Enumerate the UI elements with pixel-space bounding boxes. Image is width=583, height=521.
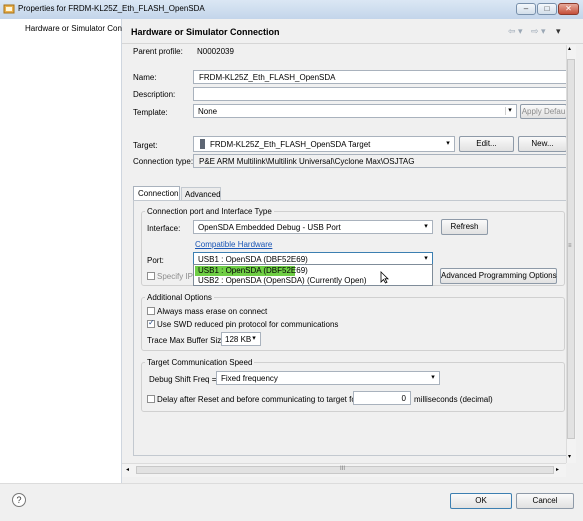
template-label: Template: <box>133 108 168 117</box>
communication-speed-title: Target Communication Speed <box>145 358 255 367</box>
mass-erase-label: Always mass erase on connect <box>157 307 268 316</box>
app-icon <box>3 4 15 14</box>
target-chip-icon <box>200 139 205 149</box>
vertical-scrollbar[interactable]: ▴ ≡ ▾ <box>566 45 576 463</box>
tree-item-label: Hardware or Simulator Conr <box>25 24 125 33</box>
port-option-usb2[interactable]: USB2 : OpenSDA (OpenSDA) (Currently Open… <box>198 276 367 285</box>
name-input[interactable]: FRDM-KL25Z_Eth_FLASH_OpenSDA <box>193 70 567 84</box>
view-menu-icon[interactable]: ▾ <box>556 26 561 37</box>
new-button[interactable]: New... <box>518 136 567 152</box>
debug-shift-label: Debug Shift Freq = <box>149 375 217 384</box>
tab-advanced-label: Advanced <box>185 190 221 199</box>
trace-buffer-label: Trace Max Buffer Size: <box>147 336 228 345</box>
chevron-down-icon: ▾ <box>446 140 450 147</box>
back-arrow-icon[interactable]: ⇦ ▾ <box>508 26 523 37</box>
scroll-down-icon[interactable]: ▾ <box>568 453 571 460</box>
horizontal-scroll-thumb[interactable]: III <box>136 466 554 474</box>
debug-shift-select[interactable]: Fixed frequency ▾ <box>216 371 440 385</box>
specify-ip-checkbox[interactable] <box>147 272 155 280</box>
interface-value: OpenSDA Embedded Debug - USB Port <box>198 223 341 232</box>
delay-label: Delay after Reset and before communicati… <box>157 395 359 404</box>
parent-profile-value: N0002039 <box>197 47 234 56</box>
advanced-programming-options-label: Advanced Programming Options <box>441 271 557 280</box>
interface-select[interactable]: OpenSDA Embedded Debug - USB Port ▾ <box>193 220 433 234</box>
dialog-footer: ? OK Cancel <box>0 483 583 521</box>
page-header: Hardware or Simulator Connection ⇦ ▾ ⇨ ▾… <box>122 19 583 44</box>
interface-label: Interface: <box>147 224 181 233</box>
target-value: FRDM-KL25Z_Eth_FLASH_OpenSDA Target <box>210 140 371 149</box>
trace-buffer-value: 128 KB <box>225 335 252 344</box>
vertical-scroll-thumb[interactable]: ≡ <box>567 59 575 439</box>
delay-input[interactable]: 0 <box>353 391 411 405</box>
compatible-hardware-link[interactable]: Compatible Hardware <box>195 240 272 249</box>
scroll-grip-icon: III <box>340 466 346 472</box>
delay-value: 0 <box>401 394 406 403</box>
connection-group-title: Connection port and Interface Type <box>145 207 274 216</box>
scroll-up-icon[interactable]: ▴ <box>568 45 571 52</box>
ok-button[interactable]: OK <box>450 493 512 509</box>
advanced-programming-options-button[interactable]: Advanced Programming Options <box>440 268 557 284</box>
swd-checkbox[interactable] <box>147 318 155 328</box>
ok-button-label: OK <box>475 496 487 505</box>
template-select[interactable]: None ▾ <box>193 104 517 118</box>
tab-connection[interactable]: Connection <box>133 186 180 200</box>
connection-type-field: P&E ARM Multilink\Multilink Universal\Cy… <box>193 154 567 168</box>
delay-unit-label: milliseconds (decimal) <box>414 395 493 404</box>
trace-buffer-select[interactable]: 128 KB ▾ <box>221 332 261 346</box>
port-dropdown-list[interactable]: USB1 : OpenSDA (DBF52E69) USB2 : OpenSDA… <box>193 264 433 286</box>
tab-connection-label: Connection <box>138 189 179 198</box>
tab-advanced[interactable]: Advanced <box>181 187 221 200</box>
chevron-down-icon: ▾ <box>424 223 428 230</box>
apply-default-label: Apply Defau <box>521 107 566 116</box>
connection-type-value: P&E ARM Multilink\Multilink Universal\Cy… <box>199 157 415 166</box>
edit-button-label: Edit... <box>476 139 497 148</box>
name-value: FRDM-KL25Z_Eth_FLASH_OpenSDA <box>199 73 336 82</box>
port-option-usb1[interactable]: USB1 : OpenSDA (DBF52E69) <box>198 266 308 275</box>
new-button-label: New... <box>531 139 554 148</box>
description-input[interactable] <box>193 87 567 101</box>
chevron-down-icon: ▾ <box>424 255 428 262</box>
refresh-button[interactable]: Refresh <box>441 219 488 235</box>
title-bar[interactable]: Properties for FRDM-KL25Z_Eth_FLASH_Open… <box>0 0 583 20</box>
horizontal-scrollbar[interactable]: ◂ III ▸ <box>122 463 566 477</box>
cancel-button[interactable]: Cancel <box>516 493 574 509</box>
scroll-left-icon[interactable]: ◂ <box>126 466 129 473</box>
refresh-button-label: Refresh <box>450 222 479 231</box>
chevron-down-icon: ▾ <box>431 374 435 381</box>
scroll-right-icon[interactable]: ▸ <box>556 466 559 473</box>
swd-label: Use SWD reduced pin protocol for communi… <box>157 320 339 329</box>
target-label: Target: <box>133 141 158 150</box>
category-tree[interactable]: Hardware or Simulator Conr <box>0 19 125 483</box>
window-title: Properties for FRDM-KL25Z_Eth_FLASH_Open… <box>18 4 205 13</box>
close-button[interactable]: ✕ <box>558 3 579 15</box>
minimize-button[interactable]: – <box>516 3 536 15</box>
page-title: Hardware or Simulator Connection <box>131 27 280 37</box>
parent-profile-label: Parent profile: <box>133 47 183 56</box>
mass-erase-checkbox[interactable] <box>147 307 155 315</box>
port-value: USB1 : OpenSDA (DBF52E69) <box>198 255 308 264</box>
delay-checkbox[interactable] <box>147 395 155 403</box>
mouse-cursor-icon <box>380 271 389 284</box>
additional-options-title: Additional Options <box>145 293 214 302</box>
scroll-grip-icon: ≡ <box>568 243 572 249</box>
tree-item-hardware-connection[interactable]: Hardware or Simulator Conr <box>0 21 125 34</box>
debug-shift-value: Fixed frequency <box>221 374 278 383</box>
port-label: Port: <box>147 256 164 265</box>
template-value: None <box>198 107 218 116</box>
edit-button[interactable]: Edit... <box>459 136 514 152</box>
apply-default-button[interactable]: Apply Defau <box>520 104 567 119</box>
help-icon[interactable]: ? <box>12 493 26 507</box>
forward-arrow-icon[interactable]: ⇨ ▾ <box>531 26 546 37</box>
name-label: Name: <box>133 73 157 82</box>
specify-ip-label: Specify IP <box>157 272 194 281</box>
description-label: Description: <box>133 90 176 99</box>
connection-type-label: Connection type: <box>133 157 194 166</box>
chevron-down-icon: ▾ <box>505 107 514 115</box>
maximize-button[interactable]: □ <box>537 3 557 15</box>
cancel-button-label: Cancel <box>532 496 558 505</box>
target-select[interactable]: FRDM-KL25Z_Eth_FLASH_OpenSDA Target ▾ <box>193 136 455 152</box>
chevron-down-icon: ▾ <box>252 335 256 342</box>
